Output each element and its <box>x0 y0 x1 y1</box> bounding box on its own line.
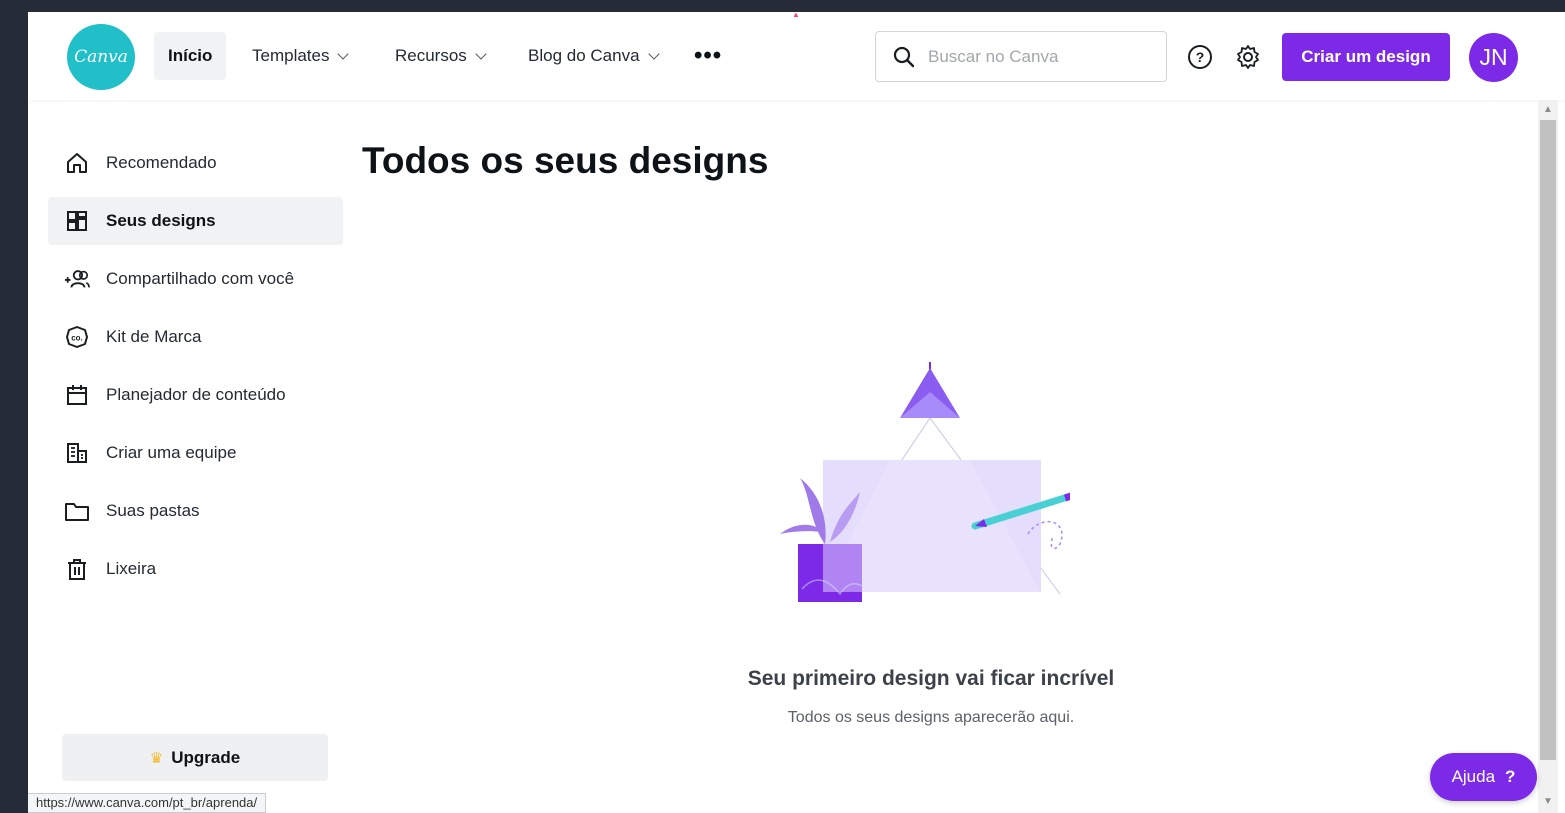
building-icon <box>64 440 90 466</box>
nav-recursos[interactable]: Recursos <box>381 32 499 80</box>
nav-templates[interactable]: Templates <box>238 32 361 80</box>
scroll-down-icon[interactable]: ▼ <box>1542 796 1554 808</box>
empty-state-illustration <box>780 362 1070 602</box>
sidebar-item-label: Lixeira <box>106 559 157 578</box>
sidebar-item-kit-de-marca[interactable]: co. Kit de Marca <box>48 313 343 361</box>
avatar[interactable]: JN <box>1469 33 1518 82</box>
canva-logo[interactable]: Canva <box>67 24 135 90</box>
grid-icon <box>64 208 90 234</box>
sidebar-item-planejador[interactable]: Planejador de conteúdo <box>48 371 343 419</box>
nav-item-label: Início <box>168 46 213 65</box>
scrollbar-thumb[interactable] <box>1540 120 1556 760</box>
empty-state-subtitle: Todos os seus designs aparecerão aqui. <box>787 709 1075 726</box>
empty-state-title: Seu primeiro design vai ficar incrível <box>747 667 1115 690</box>
sidebar-item-label: Compartilhado com você <box>106 269 295 288</box>
folder-icon <box>64 498 90 524</box>
svg-text:?: ? <box>1196 49 1205 65</box>
help-icon-button[interactable]: ? <box>1185 42 1215 72</box>
scroll-up-icon[interactable]: ▲ <box>1542 104 1554 116</box>
gear-icon <box>1237 45 1259 69</box>
settings-icon-button[interactable] <box>1233 42 1263 72</box>
chevron-down-icon <box>475 47 487 60</box>
search-input[interactable] <box>928 46 1148 67</box>
help-icon: ? <box>1188 45 1212 69</box>
help-button-label: Ajuda <box>1451 767 1496 786</box>
sidebar-item-lixeira[interactable]: Lixeira <box>48 545 343 593</box>
search-box[interactable] <box>875 31 1167 82</box>
trash-icon <box>64 556 90 582</box>
svg-text:co.: co. <box>71 334 83 343</box>
sidebar-item-criar-equipe[interactable]: Criar uma equipe <box>48 429 343 477</box>
app-window: ▲ Canva Início Templates Recursos Blog d… <box>28 12 1565 813</box>
home-icon <box>64 150 90 176</box>
sidebar-item-label: Criar uma equipe <box>106 443 237 462</box>
sidebar-item-recomendado[interactable]: Recomendado <box>48 139 343 187</box>
sidebar-item-label: Recomendado <box>106 153 217 172</box>
page-title: Todos os seus designs <box>362 140 769 181</box>
help-button[interactable]: Ajuda ? <box>1430 753 1537 801</box>
sidebar-item-seus-designs[interactable]: Seus designs <box>48 197 343 245</box>
search-icon <box>893 46 915 67</box>
sidebar-item-label: Planejador de conteúdo <box>106 385 286 404</box>
sidebar: Recomendado Seus designs Compartilhado c… <box>28 100 358 813</box>
brand-kit-icon: co. <box>64 324 90 350</box>
vertical-scrollbar[interactable]: ▲ ▼ <box>1538 100 1558 813</box>
top-navigation-bar: Canva Início Templates Recursos Blog do … <box>28 12 1565 100</box>
sidebar-item-label: Seus designs <box>106 211 216 230</box>
sidebar-item-suas-pastas[interactable]: Suas pastas <box>48 487 343 535</box>
nav-item-label: Templates <box>252 46 330 65</box>
chevron-down-icon <box>337 47 350 60</box>
chevron-down-icon <box>647 47 660 60</box>
crown-icon: ♛ <box>149 749 164 767</box>
status-bar-url: https://www.canva.com/pt_br/aprenda/ <box>28 793 267 813</box>
sidebar-item-label: Kit de Marca <box>106 327 202 346</box>
nav-item-label: Recursos <box>395 46 467 65</box>
sidebar-item-label: Suas pastas <box>106 501 200 520</box>
shared-users-icon <box>64 266 90 292</box>
upgrade-label: Upgrade <box>171 747 241 767</box>
upgrade-button[interactable]: ♛ Upgrade <box>62 734 328 781</box>
calendar-icon <box>64 382 90 408</box>
nav-item-label: Blog do Canva <box>528 46 640 65</box>
more-menu-button[interactable]: ••• <box>694 44 722 68</box>
question-mark-icon: ? <box>1505 767 1516 786</box>
nav-blog[interactable]: Blog do Canva <box>514 32 672 80</box>
sidebar-item-compartilhado[interactable]: Compartilhado com você <box>48 255 343 303</box>
create-design-button[interactable]: Criar um design <box>1282 33 1450 81</box>
nav-inicio[interactable]: Início <box>154 32 227 80</box>
